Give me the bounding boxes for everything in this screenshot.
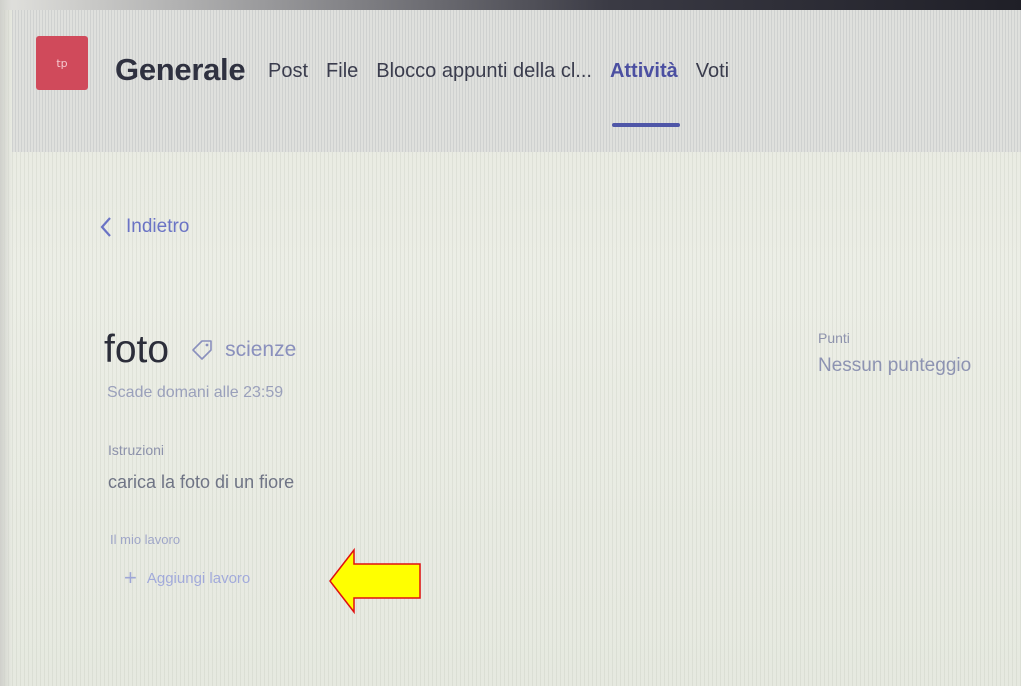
team-avatar[interactable]: tp — [36, 36, 88, 90]
tab-grades[interactable]: Voti — [696, 60, 729, 83]
chevron-left-icon — [100, 217, 111, 237]
category-label: scienze — [225, 338, 297, 361]
instructions-label: Istruzioni — [108, 442, 165, 458]
back-label: Indietro — [126, 216, 190, 237]
back-button[interactable]: Indietro — [100, 216, 189, 238]
team-initials: tp — [56, 56, 68, 70]
add-work-button[interactable]: + Aggiungi lavoro — [124, 567, 250, 589]
assignment-title: foto — [104, 328, 170, 371]
due-date: Scade domani alle 23:59 — [107, 384, 284, 401]
plus-icon: + — [124, 565, 137, 590]
monitor-bezel-top — [0, 0, 1021, 10]
tag-icon — [191, 339, 213, 361]
points-value: Nessun punteggio — [818, 355, 972, 376]
tab-post[interactable]: Post — [268, 60, 308, 83]
channel-header: tp Generale Post File Blocco appunti del… — [12, 10, 1021, 152]
assignment-title-row: foto scienze — [104, 328, 296, 372]
tab-class-notebook[interactable]: Blocco appunti della cl... — [376, 60, 592, 83]
channel-name: Generale — [115, 52, 246, 87]
add-work-label: Aggiungi lavoro — [146, 569, 251, 587]
instructions-text: carica la foto di un fiore — [108, 472, 295, 492]
channel-tabs: Post File Blocco appunti della cl... Att… — [268, 60, 747, 127]
yellow-arrow-annotation — [329, 547, 421, 615]
monitor-bezel-left — [0, 0, 12, 686]
points-label: Punti — [818, 330, 850, 346]
screen: tp Generale Post File Blocco appunti del… — [0, 0, 1021, 686]
tab-activities[interactable]: Attività — [610, 60, 680, 127]
tab-file[interactable]: File — [326, 60, 358, 83]
my-work-label: Il mio lavoro — [110, 532, 181, 547]
